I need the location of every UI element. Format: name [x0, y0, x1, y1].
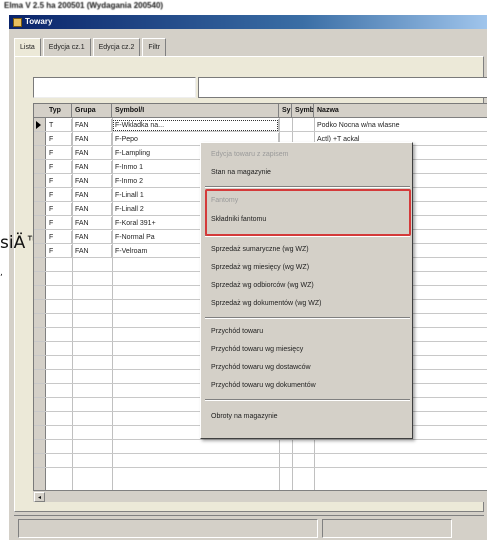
- window-titlebar[interactable]: Towary: [9, 15, 487, 29]
- column-header-symb[interactable]: Symb: [292, 104, 314, 118]
- status-bar: [14, 515, 484, 540]
- highlight-annotation-box: [205, 189, 411, 236]
- cell-nazwa: Podko Nocna w/na wlasne: [317, 122, 400, 129]
- table-row[interactable]: [34, 455, 487, 468]
- filter-input[interactable]: [198, 77, 487, 98]
- tab-edycja-cz1[interactable]: Edycja cz.1: [42, 38, 91, 56]
- cell-typ: F: [46, 245, 72, 258]
- context-menu: Edycja towaru z zapisem Stan na magazyni…: [200, 142, 413, 439]
- cell-typ: F: [46, 175, 72, 188]
- menu-separator: [205, 186, 410, 188]
- cell-grupa: FAN: [72, 203, 112, 216]
- current-row-arrow-icon: [36, 121, 41, 129]
- app-window-icon: [13, 17, 22, 27]
- search-input[interactable]: [33, 77, 196, 98]
- cell-grupa: FAN: [72, 147, 112, 160]
- cell-grupa: FAN: [72, 119, 112, 132]
- cell-typ: F: [46, 231, 72, 244]
- column-header-symbol[interactable]: Symbol/I: [112, 104, 279, 118]
- cell-symbol[interactable]: F-Wkladka na...: [112, 119, 279, 132]
- cell-grupa: FAN: [72, 133, 112, 146]
- cell-grupa: FAN: [72, 189, 112, 202]
- tab-filtr[interactable]: Filtr: [142, 38, 167, 56]
- tab-lista[interactable]: Lista: [14, 38, 41, 57]
- menu-item-edycja-z-zapisem: Edycja towaru z zapisem: [211, 151, 289, 158]
- menu-item-przychod-wg-dokumentow[interactable]: Przychód towaru wg dokumentów: [211, 378, 316, 394]
- table-row[interactable]: [34, 441, 487, 454]
- column-header-typ[interactable]: Typ: [46, 104, 72, 118]
- menu-item-sprzedaz-sumaryczne[interactable]: Sprzedaż sumaryczne (wg WZ): [211, 242, 309, 258]
- menu-item-stan-na-magazynie[interactable]: Stan na magazynie: [211, 165, 271, 181]
- column-header-nazwa[interactable]: Nazwa: [314, 104, 487, 118]
- cell-typ: F: [46, 133, 72, 146]
- cell-typ: T: [46, 119, 72, 132]
- cell-grupa: FAN: [72, 245, 112, 258]
- menu-item-przychod-wg-dostawcow[interactable]: Przychód towaru wg dostawców: [211, 360, 311, 376]
- status-segment: [322, 519, 452, 538]
- tab-strip: Lista Edycja cz.1 Edycja cz.2 Filtr: [14, 38, 168, 57]
- scroll-left-icon[interactable]: ◂: [34, 492, 45, 502]
- tab-edycja-cz2[interactable]: Edycja cz.2: [92, 38, 141, 56]
- status-segment: [18, 519, 318, 538]
- menu-item-sprzedaz-wg-miesiecy[interactable]: Sprzedaż wg miesięcy (wg WZ): [211, 260, 309, 276]
- menu-item-przychod-towaru[interactable]: Przychód towaru: [211, 324, 263, 340]
- grid-header: Typ Grupa Symbol/I Sy Symb Nazwa: [34, 104, 487, 118]
- cell-typ: F: [46, 217, 72, 230]
- cell-typ: F: [46, 147, 72, 160]
- cell-grupa: FAN: [72, 231, 112, 244]
- menu-separator: [205, 317, 410, 319]
- menu-separator: [205, 399, 410, 401]
- menu-item-przychod-wg-miesiecy[interactable]: Przychód towaru wg miesięcy: [211, 342, 303, 358]
- cell-typ: F: [46, 161, 72, 174]
- column-header-grupa[interactable]: Grupa: [72, 104, 112, 118]
- cropped-side-text: siÄ™: [0, 233, 33, 253]
- app-caption: Elma V 2.5 ha 200501 (Wydagania 200540): [4, 1, 164, 10]
- window-title: Towary: [25, 17, 53, 26]
- cropped-side-mark: ,: [0, 268, 3, 278]
- cell-grupa: FAN: [72, 161, 112, 174]
- column-header-sy[interactable]: Sy: [279, 104, 292, 118]
- menu-item-obroty-na-magazynie[interactable]: Obroty na magazynie: [211, 409, 278, 425]
- menu-item-sprzedaz-wg-odbiorcow[interactable]: Sprzedaż wg odbiorców (wg WZ): [211, 278, 314, 294]
- horizontal-scrollbar[interactable]: ◂: [33, 490, 487, 502]
- cell-grupa: FAN: [72, 175, 112, 188]
- cell-typ: F: [46, 189, 72, 202]
- cell-typ: F: [46, 203, 72, 216]
- cell-grupa: FAN: [72, 217, 112, 230]
- table-row[interactable]: T FAN F-Wkladka na... Podko Nocna w/na w…: [34, 119, 487, 132]
- menu-item-sprzedaz-wg-dokumentow[interactable]: Sprzedaż wg dokumentów (wg WZ): [211, 296, 321, 312]
